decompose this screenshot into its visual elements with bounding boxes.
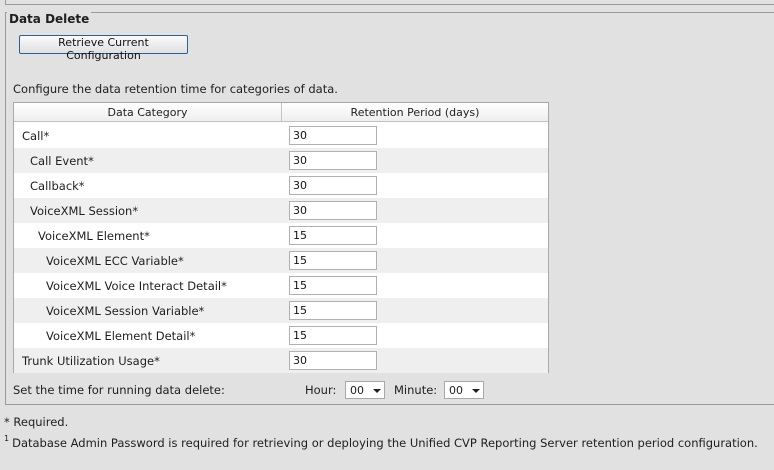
retention-table: Data Category Retention Period (days) Ca…: [13, 102, 549, 373]
hour-value: 00: [350, 384, 364, 397]
table-row: Callback*: [14, 173, 548, 198]
table-row: Call*: [14, 123, 548, 148]
required-note: * Required.: [4, 415, 69, 429]
retention-input-trunk-utilization-usage[interactable]: [289, 351, 377, 370]
column-header-retention: Retention Period (days): [350, 106, 480, 119]
hour-select[interactable]: 00: [345, 381, 385, 399]
hour-label: Hour:: [305, 383, 337, 397]
retention-input-voicexml-session-variable[interactable]: [289, 301, 377, 320]
category-label: Trunk Utilization Usage*: [22, 354, 160, 368]
table-row: VoiceXML ECC Variable*: [14, 248, 548, 273]
chevron-down-icon: [472, 389, 480, 393]
retention-input-call[interactable]: [289, 126, 377, 145]
minute-label: Minute:: [394, 383, 438, 397]
category-label: Call Event*: [30, 154, 94, 168]
schedule-label: Set the time for running data delete:: [13, 383, 225, 397]
category-label: VoiceXML ECC Variable*: [46, 254, 184, 268]
category-label: VoiceXML Session Variable*: [46, 304, 205, 318]
category-label: VoiceXML Element Detail*: [46, 329, 196, 343]
minute-select[interactable]: 00: [444, 381, 484, 399]
table-row: VoiceXML Voice Interact Detail*: [14, 273, 548, 298]
configure-instructions: Configure the data retention time for ca…: [13, 82, 338, 96]
chevron-down-icon: [373, 389, 381, 393]
previous-section-box: [5, 0, 774, 5]
table-row: VoiceXML Session Variable*: [14, 298, 548, 323]
category-label: VoiceXML Element*: [38, 229, 150, 243]
table-row: VoiceXML Session*: [14, 198, 548, 223]
table-row: VoiceXML Element*: [14, 223, 548, 248]
retention-input-callback[interactable]: [289, 176, 377, 195]
table-row: Call Event*: [14, 148, 548, 173]
footnote-mark: 1: [4, 434, 10, 443]
minute-value: 00: [449, 384, 463, 397]
category-label: VoiceXML Voice Interact Detail*: [46, 279, 227, 293]
table-header: Data Category Retention Period (days): [14, 103, 548, 122]
section-title: Data Delete: [7, 12, 92, 26]
table-row: Trunk Utilization Usage*: [14, 348, 548, 373]
footnote: 1 Database Admin Password is required for…: [4, 434, 758, 450]
retention-input-call-event[interactable]: [289, 151, 377, 170]
column-header-category: Data Category: [107, 106, 188, 119]
table-row: VoiceXML Element Detail*: [14, 323, 548, 348]
category-label: VoiceXML Session*: [30, 204, 139, 218]
retention-input-voicexml-voice-interact-detail[interactable]: [289, 276, 377, 295]
category-label: Call*: [22, 129, 50, 143]
retention-input-voicexml-element-detail[interactable]: [289, 326, 377, 345]
retention-input-voicexml-ecc-variable[interactable]: [289, 251, 377, 270]
category-label: Callback*: [30, 179, 85, 193]
retrieve-configuration-button[interactable]: Retrieve Current Configuration: [19, 35, 188, 62]
retention-input-voicexml-element[interactable]: [289, 226, 377, 245]
footnote-text: Database Admin Password is required for …: [12, 436, 758, 450]
retention-input-voicexml-session[interactable]: [289, 201, 377, 220]
